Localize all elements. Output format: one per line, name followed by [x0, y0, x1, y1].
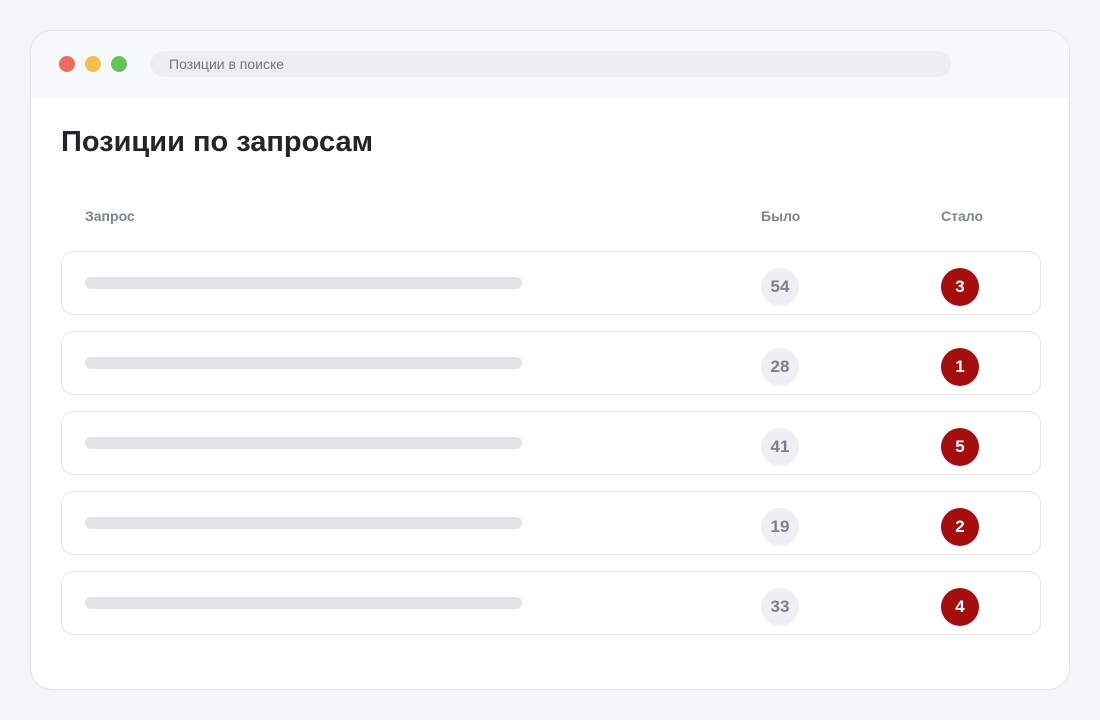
address-bar[interactable]: Позиции в поиске	[151, 51, 951, 77]
position-after-badge: 3	[941, 268, 979, 306]
position-before-badge: 33	[761, 588, 799, 626]
page-title: Позиции по запросам	[61, 126, 374, 158]
query-placeholder-bar	[85, 277, 522, 289]
table-row: 54 3	[61, 251, 1041, 315]
column-header-before: Было	[761, 208, 801, 224]
browser-window: Позиции в поиске Позиции по запросам Зап…	[30, 30, 1070, 690]
maximize-window-button[interactable]	[111, 56, 127, 72]
position-after-badge: 4	[941, 588, 979, 626]
position-after-badge: 2	[941, 508, 979, 546]
minimize-window-button[interactable]	[85, 56, 101, 72]
table-row: 33 4	[61, 571, 1041, 635]
query-placeholder-bar	[85, 437, 522, 449]
query-placeholder-bar	[85, 597, 522, 609]
column-header-after: Стало	[941, 208, 984, 224]
column-header-query: Запрос	[85, 208, 135, 224]
position-before-badge: 41	[761, 428, 799, 466]
position-after-badge: 5	[941, 428, 979, 466]
query-placeholder-bar	[85, 517, 522, 529]
position-before-badge: 54	[761, 268, 799, 306]
position-after-badge: 1	[941, 348, 979, 386]
table-row: 41 5	[61, 411, 1041, 475]
table-row: 28 1	[61, 331, 1041, 395]
position-before-badge: 19	[761, 508, 799, 546]
close-window-button[interactable]	[59, 56, 75, 72]
window-titlebar: Позиции в поиске	[31, 31, 1069, 98]
position-before-badge: 28	[761, 348, 799, 386]
table-row: 19 2	[61, 491, 1041, 555]
query-placeholder-bar	[85, 357, 522, 369]
